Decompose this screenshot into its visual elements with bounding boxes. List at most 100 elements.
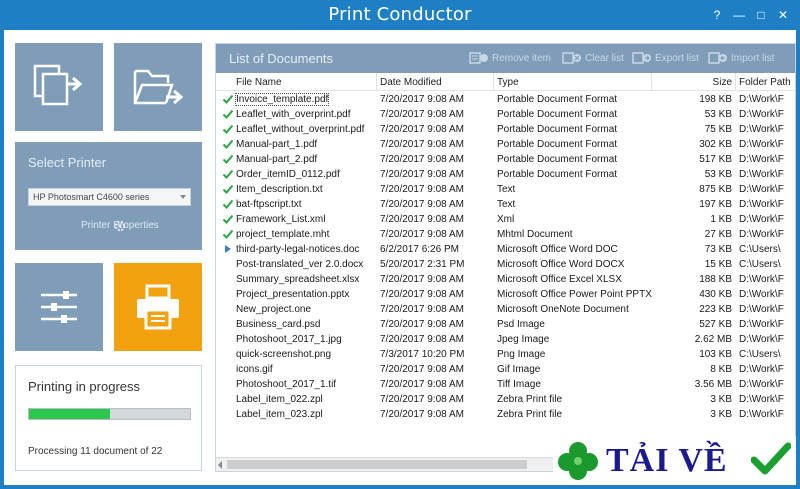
table-row[interactable]: Item_description.txt 7/20/2017 9:08 AM Tex…: [216, 182, 795, 197]
clear-list-button[interactable]: Clear list: [562, 52, 624, 64]
remove-item-label: Remove item: [492, 52, 551, 64]
export-list-button[interactable]: Export list: [632, 52, 699, 64]
play-arrow-icon: [225, 245, 231, 253]
file-name-cell: Summary_spreadsheet.xlsx: [236, 274, 360, 285]
import-list-label: Import list: [731, 52, 775, 64]
date-modified-cell: 7/20/2017 9:08 AM: [380, 319, 464, 330]
app-title: Print Conductor: [328, 4, 472, 25]
remove-item-button[interactable]: Remove item: [469, 52, 551, 64]
table-row[interactable]: Invoice_template.pdf 7/20/2017 9:08 AM Por…: [216, 92, 795, 107]
size-cell: 3 KB: [710, 409, 732, 420]
file-name-cell: Photoshoot_2017_1.jpg: [236, 334, 342, 345]
file-name-cell: Invoice_template.pdf: [234, 93, 330, 106]
printer-dropdown[interactable]: HP Photosmart C4600 series: [28, 188, 191, 206]
scrollbar-thumb[interactable]: [227, 460, 527, 469]
size-cell: 198 KB: [699, 94, 732, 105]
size-cell: 302 KB: [699, 139, 732, 150]
folder-path-cell: D:\Work\F: [739, 319, 784, 330]
type-cell: Xml: [497, 214, 515, 225]
clover-icon: [558, 442, 598, 480]
date-modified-cell: 7/20/2017 9:08 AM: [380, 184, 464, 195]
file-name-cell: quick-screenshot.png: [236, 349, 332, 360]
table-row[interactable]: Manual-part_2.pdf 7/20/2017 9:08 AM Portab…: [216, 152, 795, 167]
import-list-button[interactable]: Import list: [708, 52, 774, 64]
table-row[interactable]: New_project.one 7/20/2017 9:08 AM Microsof…: [216, 302, 795, 317]
print-button[interactable]: [114, 263, 202, 351]
check-icon: [751, 442, 791, 475]
watermark-text: TẢI VỀ: [606, 442, 728, 479]
table-row[interactable]: bat-ftpscript.txt 7/20/2017 9:08 AM Text 19…: [216, 197, 795, 212]
table-row[interactable]: Framework_List.xml 7/20/2017 9:08 AM Xml 1 …: [216, 212, 795, 227]
date-modified-cell: 7/20/2017 9:08 AM: [380, 199, 464, 210]
add-files-button[interactable]: [15, 43, 103, 131]
printer-properties-button[interactable]: Printer Properties: [81, 220, 159, 231]
file-name-cell: project_template.mht: [236, 229, 330, 240]
table-row[interactable]: Order_itemID_0112.pdf 7/20/2017 9:08 AM Po…: [216, 167, 795, 182]
folder-path-cell: D:\Work\F: [739, 169, 784, 180]
folder-path-cell: D:\Work\F: [739, 364, 784, 375]
column-header-folder-path[interactable]: Folder Path: [739, 77, 791, 88]
folder-path-cell: D:\Work\F: [739, 109, 784, 120]
minimize-button[interactable]: —: [728, 6, 750, 24]
file-name-cell: Label_item_023.zpl: [236, 409, 323, 420]
table-row[interactable]: project_template.mht 7/20/2017 9:08 AM Mht…: [216, 227, 795, 242]
progress-status: Processing 11 document of 22: [28, 446, 163, 457]
add-folder-button[interactable]: [114, 43, 202, 131]
folder-path-cell: D:\Work\F: [739, 334, 784, 345]
table-row[interactable]: third-party-legal-notices.doc 6/2/2017 6:…: [216, 242, 795, 257]
scroll-left-arrow-icon[interactable]: [218, 461, 222, 469]
folder-path-cell: D:\Work\F: [739, 139, 784, 150]
table-row[interactable]: Label_item_023.zpl 7/20/2017 9:08 AM Zebra…: [216, 407, 795, 422]
table-row[interactable]: Business_card.psd 7/20/2017 9:08 AM Psd Im…: [216, 317, 795, 332]
size-cell: 8 KB: [710, 364, 732, 375]
chevron-down-icon: [180, 195, 186, 199]
table-row[interactable]: Manual-part_1.pdf 7/20/2017 9:08 AM Portab…: [216, 137, 795, 152]
table-row[interactable]: icons.gif 7/20/2017 9:08 AM Gif Image 8 KB D…: [216, 362, 795, 377]
table-row[interactable]: Leaflet_without_overprint.pdf 7/20/2017 9…: [216, 122, 795, 137]
add-files-icon: [33, 64, 83, 106]
clear-list-label: Clear list: [585, 52, 624, 64]
check-icon: [222, 199, 234, 209]
column-header-date-modified[interactable]: Date Modified: [380, 77, 442, 88]
close-button[interactable]: ✕: [772, 6, 794, 24]
type-cell: Portable Document Format: [497, 124, 618, 135]
type-cell: Mhtml Document: [497, 229, 573, 240]
type-cell: Portable Document Format: [497, 139, 618, 150]
column-header-file-name[interactable]: File Name: [236, 77, 282, 88]
progress-bar: [28, 408, 191, 420]
window-controls: ? — □ ✕: [706, 6, 794, 24]
table-row[interactable]: Leaflet_with_overprint.pdf 7/20/2017 9:08…: [216, 107, 795, 122]
type-cell: Microsoft Office Power Point PPTX: [497, 289, 652, 300]
table-row[interactable]: quick-screenshot.png 7/3/2017 10:20 PM Png…: [216, 347, 795, 362]
folder-path-cell: D:\Work\F: [739, 304, 784, 315]
progress-panel: Printing in progress Processing 11 docum…: [15, 365, 202, 471]
table-row[interactable]: Photoshoot_2017_1.jpg 7/20/2017 9:08 AM Jp…: [216, 332, 795, 347]
settings-button[interactable]: [15, 263, 103, 351]
size-cell: 3 KB: [710, 394, 732, 405]
folder-path-cell: D:\Work\F: [739, 409, 784, 420]
table-row[interactable]: Post-translated_ver 2.0.docx 5/20/2017 2:…: [216, 257, 795, 272]
type-cell: Microsoft OneNote Document: [497, 304, 629, 315]
export-list-icon: [632, 52, 651, 64]
maximize-button[interactable]: □: [750, 6, 772, 24]
type-cell: Portable Document Format: [497, 154, 618, 165]
table-row[interactable]: Photoshoot_2017_1.tif 7/20/2017 9:08 AM Ti…: [216, 377, 795, 392]
check-icon: [222, 109, 234, 119]
file-name-cell: icons.gif: [236, 364, 273, 375]
date-modified-cell: 7/20/2017 9:08 AM: [380, 229, 464, 240]
help-button[interactable]: ?: [706, 6, 728, 24]
table-row[interactable]: Summary_spreadsheet.xlsx 7/20/2017 9:08 A…: [216, 272, 795, 287]
column-header-type[interactable]: Type: [497, 77, 519, 88]
folder-path-cell: C:\Users\: [739, 259, 781, 270]
table-row[interactable]: Project_presentation.pptx 7/20/2017 9:08 …: [216, 287, 795, 302]
type-cell: Microsoft Office Word DOC: [497, 244, 618, 255]
folder-path-cell: D:\Work\F: [739, 274, 784, 285]
file-name-cell: Item_description.txt: [236, 184, 323, 195]
date-modified-cell: 6/2/2017 6:26 PM: [380, 244, 459, 255]
column-header-size[interactable]: Size: [713, 77, 732, 88]
table-row[interactable]: Label_item_022.zpl 7/20/2017 9:08 AM Zebra…: [216, 392, 795, 407]
file-name-cell: Manual-part_1.pdf: [236, 139, 318, 150]
date-modified-cell: 7/20/2017 9:08 AM: [380, 364, 464, 375]
size-cell: 875 KB: [699, 184, 732, 195]
date-modified-cell: 7/20/2017 9:08 AM: [380, 289, 464, 300]
